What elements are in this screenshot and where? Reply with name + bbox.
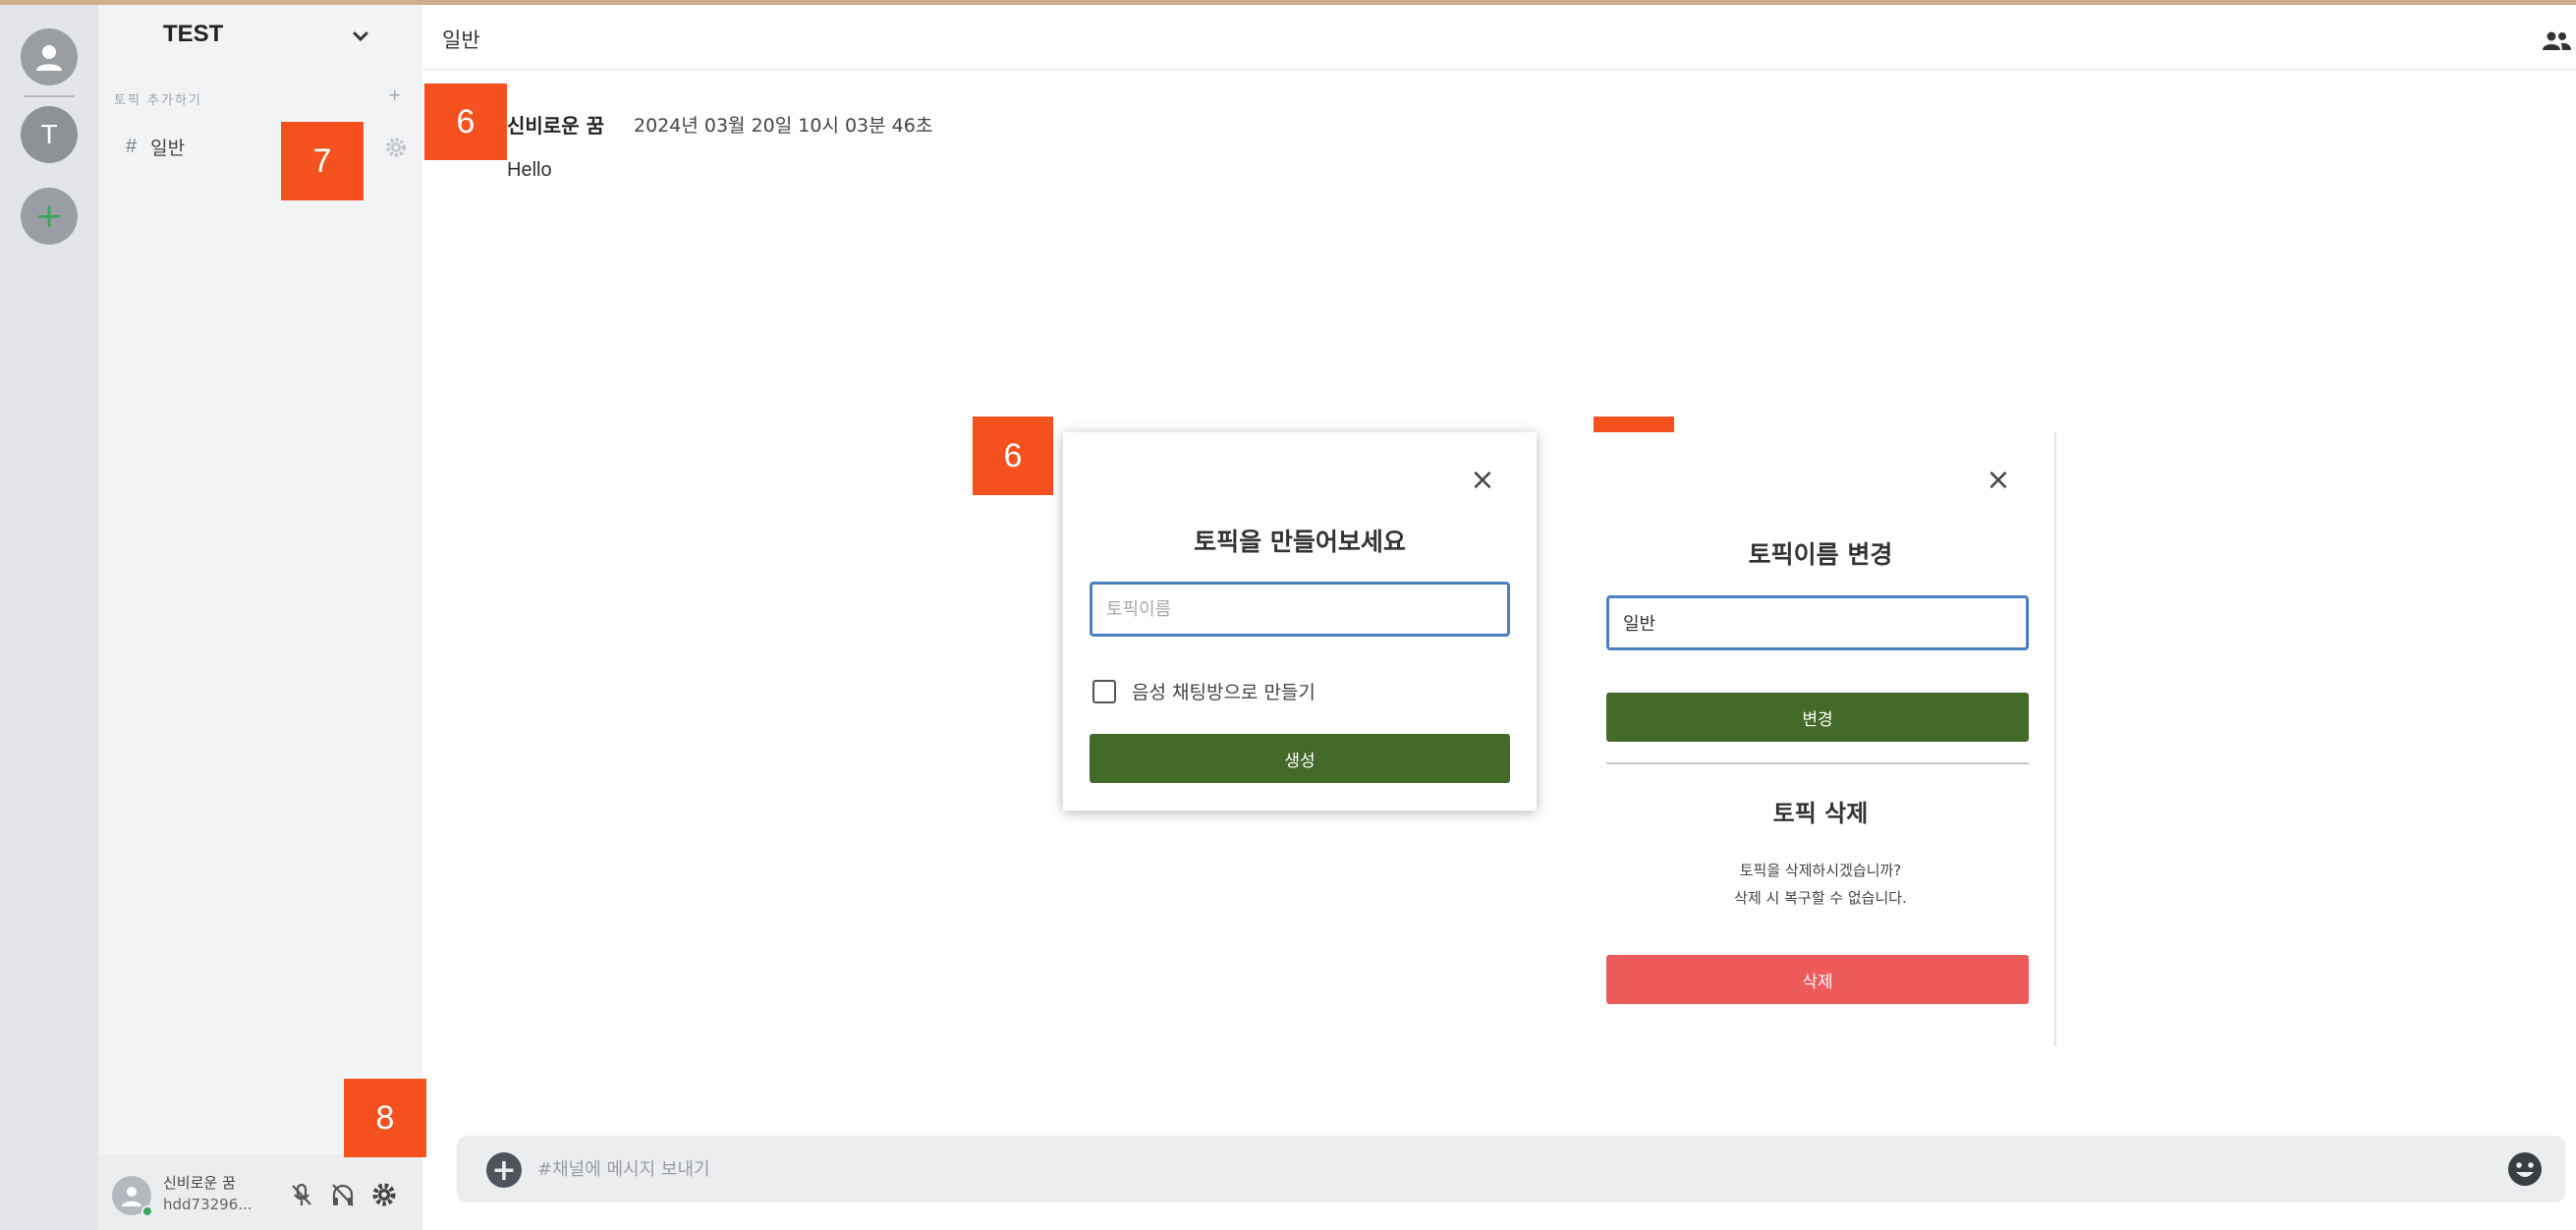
plus-icon: + — [34, 196, 64, 236]
rename-topic-modal: × 토픽이름 변경 변경 토픽 삭제 토픽을 삭제하시겠습니까? 삭제 시 복구… — [1587, 432, 2056, 1046]
message-text: Hello — [507, 159, 552, 181]
modal-title: 토픽을 만들어보세요 — [1194, 528, 1406, 556]
hash-icon: # — [126, 135, 138, 157]
annotation-badge-6: 6 — [424, 84, 507, 160]
gear-icon[interactable] — [369, 1180, 399, 1209]
user-icon — [36, 45, 62, 71]
chevron-down-icon[interactable] — [347, 23, 374, 50]
delete-button[interactable]: 삭제 — [1606, 955, 2029, 1004]
topic-name-input[interactable] — [1606, 595, 2029, 650]
user-tag: hdd73296... — [163, 1196, 252, 1213]
voice-channel-checkbox-row[interactable]: 음성 채팅방으로 만들기 — [1092, 678, 1316, 704]
modal-divider — [1606, 762, 2029, 764]
message-input[interactable] — [537, 1147, 2404, 1191]
voice-channel-checkbox[interactable] — [1092, 679, 1116, 703]
channel-name: 일반 — [150, 137, 186, 159]
sidebar-item-general[interactable]: # 일반 — [126, 127, 411, 166]
delete-section-title: 토픽 삭제 — [1772, 800, 1869, 827]
add-topic-label: 토픽 추가하기 — [114, 93, 202, 108]
home-button[interactable] — [21, 28, 78, 85]
topic-name-input[interactable] — [1090, 582, 1510, 637]
plus-icon: + — [491, 1152, 517, 1188]
server-icon-test[interactable]: T — [21, 106, 78, 163]
annotation-badge-8: 8 — [344, 1079, 426, 1157]
gear-icon[interactable] — [383, 135, 409, 160]
online-status-dot — [141, 1205, 153, 1217]
close-icon[interactable]: × — [1984, 466, 2013, 495]
channel-header: 일반 — [422, 5, 2576, 70]
message-timestamp: 2024년 03월 20일 10시 03분 46초 — [634, 115, 933, 137]
emoji-icon[interactable] — [2506, 1150, 2544, 1188]
create-button[interactable]: 생성 — [1090, 734, 1510, 783]
annotation-badge-7: 7 — [281, 122, 364, 200]
change-button[interactable]: 변경 — [1606, 693, 2029, 742]
create-topic-modal: × 토픽을 만들어보세요 음성 채팅방으로 만들기 생성 — [1063, 432, 1537, 811]
headphones-muted-icon[interactable] — [328, 1180, 358, 1209]
message-composer: + — [457, 1136, 2565, 1202]
add-topic-plus-icon[interactable]: + — [388, 85, 401, 104]
modal-title: 토픽이름 변경 — [1748, 540, 1893, 569]
message-author: 신비로운 꿈 — [507, 114, 604, 138]
rail-divider — [24, 95, 75, 97]
user-icon — [122, 1187, 141, 1206]
page-title: 일반 — [442, 28, 480, 52]
user-panel: 신비로운 꿈 hdd73296... — [98, 1154, 422, 1230]
server-header[interactable]: TEST — [98, 5, 422, 70]
delete-warning: 삭제 시 복구할 수 없습니다. — [1734, 889, 1907, 907]
user-name: 신비로운 꿈 — [163, 1174, 236, 1192]
close-icon[interactable]: × — [1468, 466, 1497, 495]
attach-button[interactable]: + — [486, 1152, 522, 1188]
channel-sidebar: TEST 토픽 추가하기 + # 일반 — [98, 5, 422, 1230]
members-icon[interactable] — [2541, 30, 2572, 52]
server-rail: T + — [0, 5, 98, 1230]
mic-muted-icon[interactable] — [287, 1180, 316, 1209]
delete-question: 토픽을 삭제하시겠습니까? — [1739, 862, 1902, 879]
server-name: TEST — [163, 21, 224, 47]
voice-channel-checkbox-label: 음성 채팅방으로 만들기 — [1132, 682, 1316, 703]
annotation-badge-6-modal: 6 — [973, 417, 1053, 495]
add-server-button[interactable]: + — [21, 188, 78, 245]
